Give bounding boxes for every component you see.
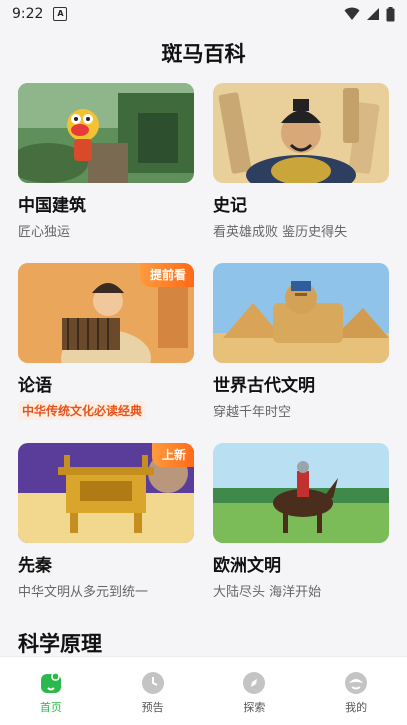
wifi-icon (344, 7, 360, 20)
tab-label: 预告 (141, 701, 164, 714)
bottom-tab-bar: 首页 预告 探索 我的 (0, 656, 407, 725)
preview-badge: 提前看 (139, 263, 194, 287)
course-title: 欧洲文明 (213, 556, 281, 576)
course-card-shiji[interactable]: 史记 看英雄成败 鉴历史得失 (213, 83, 389, 240)
tab-label: 首页 (39, 701, 62, 714)
course-thumbnail (213, 443, 389, 543)
tab-mine[interactable]: 我的 (316, 671, 396, 715)
course-title: 史记 (213, 196, 247, 216)
tab-label: 我的 (345, 701, 368, 714)
tab-home[interactable]: 首页 (11, 671, 91, 715)
signal-icon (367, 8, 379, 20)
course-thumbnail: 提前看 (18, 263, 194, 363)
home-icon (40, 672, 61, 693)
course-title: 论语 (18, 376, 52, 396)
course-subtitle: 匠心独运 (18, 225, 71, 240)
course-subtitle: 中华传统文化必读经典 (18, 401, 147, 420)
course-subtitle: 大陆尽头 海洋开始 (213, 585, 322, 600)
course-title: 先秦 (18, 556, 52, 576)
status-time: 9:22 (12, 6, 44, 22)
course-card-chinese-architecture[interactable]: 中国建筑 匠心独运 (18, 83, 194, 240)
course-thumbnail (18, 83, 194, 183)
section-title: 科学原理 (18, 632, 102, 656)
tab-preview[interactable]: 预告 (113, 671, 193, 715)
course-card-european-civilization[interactable]: 欧洲文明 大陆尽头 海洋开始 (213, 443, 389, 600)
status-bar: 9:22 A (0, 0, 407, 28)
profile-icon (345, 672, 368, 694)
course-card-ancient-civilizations[interactable]: 世界古代文明 穿越千年时空 (213, 263, 389, 420)
page-title: 斑马百科 (161, 42, 246, 66)
clock-icon (141, 672, 164, 694)
course-thumbnail (213, 83, 389, 183)
new-badge: 上新 (151, 443, 194, 467)
battery-icon (386, 6, 395, 21)
course-subtitle: 中华文明从多元到统一 (18, 585, 149, 600)
tab-explore[interactable]: 探索 (214, 671, 294, 715)
course-subtitle: 看英雄成败 鉴历史得失 (213, 225, 348, 240)
course-title: 中国建筑 (18, 196, 86, 216)
course-subtitle: 穿越千年时空 (213, 405, 292, 420)
tab-label: 探索 (243, 701, 266, 714)
compass-icon (243, 672, 266, 694)
course-card-lunyu[interactable]: 提前看 论语 中华传统文化必读经典 (18, 263, 194, 420)
course-thumbnail: 上新 (18, 443, 194, 543)
course-thumbnail (213, 263, 389, 363)
notification-app-icon: A (53, 7, 68, 21)
course-title: 世界古代文明 (213, 376, 315, 396)
course-card-xianqin[interactable]: 上新 先秦 中华文明从多元到统一 (18, 443, 194, 600)
